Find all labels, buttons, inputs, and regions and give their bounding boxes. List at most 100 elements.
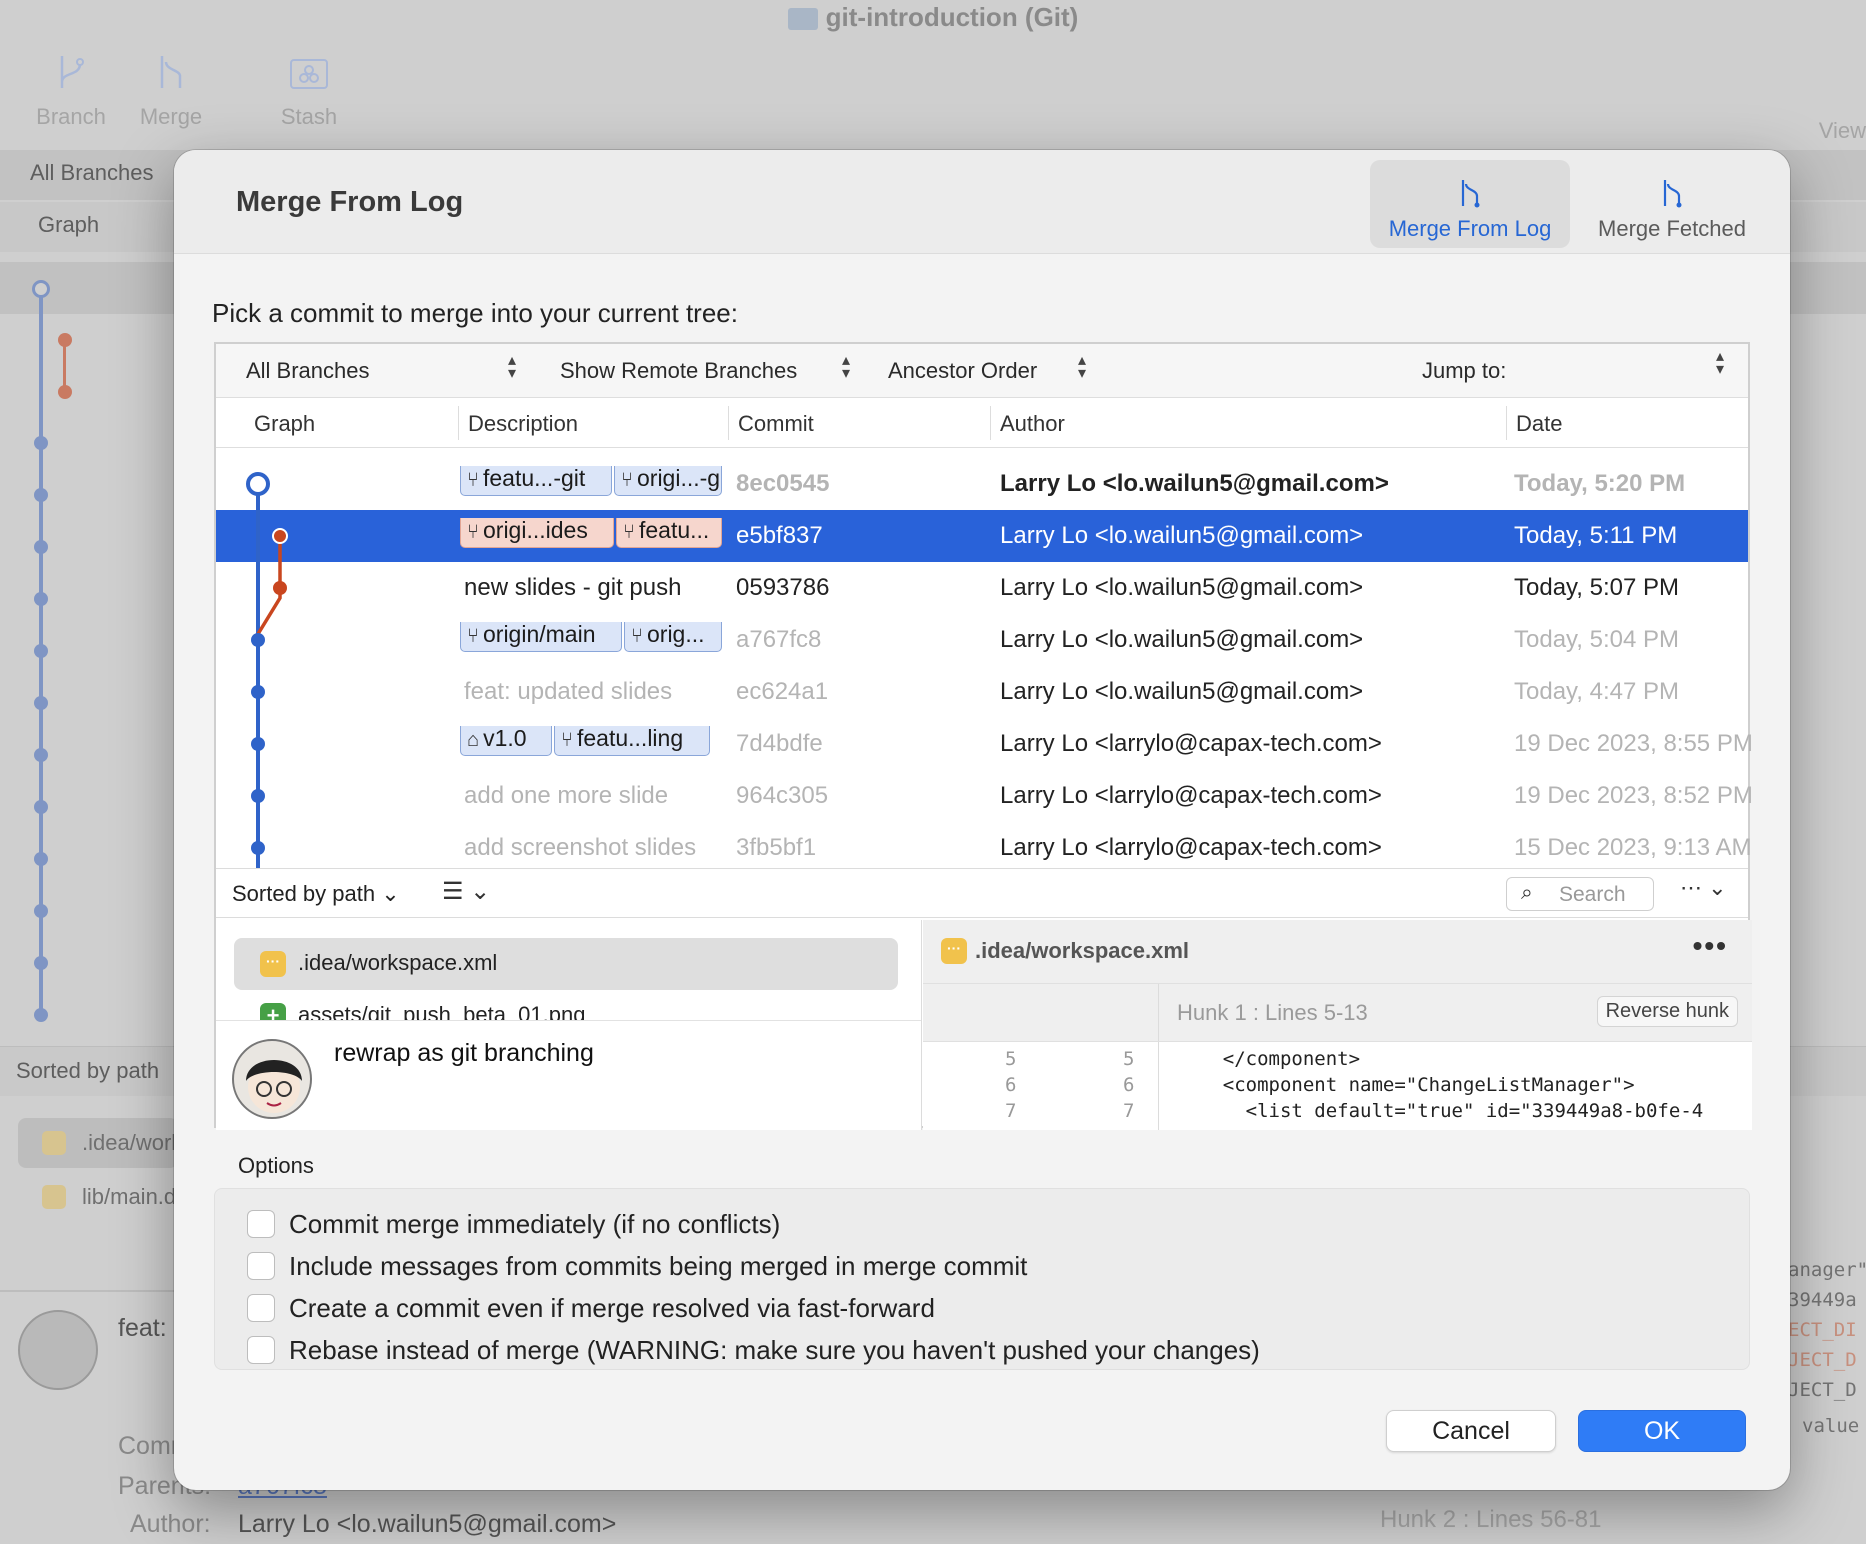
view-button[interactable]: View	[1819, 118, 1866, 144]
graph-node	[251, 789, 265, 803]
avatar	[232, 1039, 312, 1119]
reverse-hunk-button[interactable]: Reverse hunk	[1596, 996, 1738, 1027]
bg-graph-node	[58, 333, 72, 347]
commit-log-panel: All Branches ▴ ▾ Show Remote Branches ▴ ▾ …	[214, 342, 1753, 1130]
stash-icon	[290, 59, 328, 89]
col-description[interactable]: Description	[468, 411, 578, 437]
option-rebase[interactable]: Rebase instead of merge (WARNING: make s…	[247, 1335, 1260, 1367]
file-modified-icon	[42, 1185, 66, 1209]
updown-icon[interactable]: ▴ ▾	[508, 353, 516, 382]
graph-node-head	[246, 472, 270, 496]
commit-hash: 7d4bdfe	[736, 730, 823, 757]
tab-merge-from-log[interactable]: Merge From Log	[1370, 160, 1570, 248]
ok-button[interactable]: OK	[1578, 1410, 1746, 1452]
more-options-icon[interactable]: ⋯ ⌄	[1680, 875, 1727, 901]
diff-header: ··· .idea/workspace.xml •••	[923, 920, 1752, 984]
branch-icon: ⑂	[467, 521, 479, 543]
branch-tag: ⑂ origin/main	[460, 622, 622, 652]
file-search-input[interactable]: ⌕ Search	[1506, 877, 1654, 911]
window-title: git-introduction (Git)	[0, 0, 1866, 40]
row-tags: ⑂ origin/main ⑂ orig...	[460, 622, 726, 652]
jump-to-label[interactable]: Jump to:	[1422, 358, 1506, 384]
graph-node	[251, 633, 265, 647]
hunk-header: Hunk 1 : Lines 5-13 Reverse hunk	[923, 984, 1752, 1042]
commit-description: feat: updated slides	[464, 678, 673, 705]
bg-code-snippet: anager" 39449a ECT_DI JECT_D JECT_D valu…	[1788, 1259, 1866, 1437]
branch-icon: ⑂	[631, 625, 643, 647]
commit-description: new slides - git push	[464, 574, 682, 601]
file-toolbar: Sorted by path ⌄ ☰ ⌄ ⌕ Search ⋯ ⌄	[216, 868, 1748, 918]
chevron-down-icon: ⌄	[381, 881, 400, 906]
option-include-messages[interactable]: Include messages from commits being merg…	[247, 1251, 1027, 1283]
branch-icon: ⑂	[467, 469, 479, 491]
log-filters: All Branches ▴ ▾ Show Remote Branches ▴ ▾ …	[216, 344, 1748, 398]
updown-icon[interactable]: ▴ ▾	[1716, 349, 1724, 378]
col-graph[interactable]: Graph	[254, 411, 315, 437]
updown-icon[interactable]: ▴ ▾	[842, 353, 850, 382]
branch-icon: ⑂	[467, 625, 479, 647]
changed-files: ··· .idea/workspace.xml + assets/git_push_…	[216, 920, 922, 1130]
diff-line: 55 </component>	[1005, 1048, 1361, 1070]
graph-node	[251, 737, 265, 751]
column-headers: Graph Description Commit Author Date	[216, 398, 1748, 448]
updown-icon[interactable]: ▴ ▾	[1078, 353, 1086, 382]
branch-tag: ⑂ featu...-git	[460, 466, 612, 496]
remote-branches-filter[interactable]: Show Remote Branches	[560, 358, 797, 384]
commit-hash: e5bf837	[736, 522, 823, 549]
file-item[interactable]: ··· .idea/workspace.xml	[234, 938, 898, 990]
option-no-fast-forward[interactable]: Create a commit even if merge resolved v…	[247, 1293, 935, 1325]
more-icon[interactable]: •••	[1693, 930, 1728, 962]
options-label: Options	[238, 1153, 314, 1178]
file-added-icon: +	[260, 1003, 286, 1020]
branch-button[interactable]: Branch	[16, 52, 126, 130]
all-branches-selector[interactable]: All Branches	[0, 160, 176, 186]
commit-date: 15 Dec 2023, 9:13 AM	[1514, 834, 1752, 861]
commit-hash: 0593786	[736, 574, 830, 601]
bg-file-item[interactable]: .idea/workspace.xml	[18, 1118, 281, 1168]
option-commit-immediately[interactable]: Commit merge immediately (if no conflict…	[247, 1209, 780, 1241]
merge-icon	[160, 56, 182, 88]
commit-author: Larry Lo <larrylo@capax-tech.com>	[1000, 730, 1382, 757]
branches-filter[interactable]: All Branches	[246, 358, 370, 384]
commit-date: 19 Dec 2023, 8:52 PM	[1514, 782, 1753, 809]
checkbox[interactable]	[247, 1294, 275, 1322]
file-modified-icon	[42, 1131, 66, 1155]
col-date[interactable]: Date	[1516, 411, 1562, 437]
avatar-illustration	[246, 1060, 302, 1113]
search-icon: ⌕	[1521, 881, 1533, 904]
tab-merge-fetched[interactable]: Merge Fetched	[1578, 160, 1766, 248]
cancel-button[interactable]: Cancel	[1386, 1410, 1556, 1452]
graph-node	[273, 581, 287, 595]
col-commit[interactable]: Commit	[738, 411, 814, 437]
file-modified-icon: ···	[941, 938, 967, 964]
options-box: Commit merge immediately (if no conflict…	[214, 1188, 1750, 1370]
graph-node	[251, 841, 265, 855]
merge-prompt: Pick a commit to merge into your current…	[212, 298, 738, 328]
commit-description: add one more slide	[464, 782, 669, 809]
folder-icon	[787, 8, 818, 31]
bg-file-item[interactable]: lib/main.dart	[18, 1172, 202, 1222]
checkbox[interactable]	[247, 1210, 275, 1238]
dialog-header: Merge From Log Merge From Log Merge Fetc…	[174, 150, 1790, 254]
list-view-icon[interactable]: ☰ ⌄	[442, 877, 490, 906]
stash-button[interactable]: Stash	[254, 52, 364, 130]
row-tags: ⑂ origi...ides ⑂ featu...	[460, 518, 726, 548]
version-tag: ⌂ v1.0	[460, 726, 552, 756]
commit-date: 19 Dec 2023, 8:55 PM	[1514, 730, 1753, 757]
merge-button[interactable]: Merge	[116, 52, 226, 130]
merge-icon	[1461, 180, 1480, 208]
commit-author: Larry Lo <larrylo@capax-tech.com>	[1000, 782, 1382, 809]
sort-selector[interactable]: Sorted by path ⌄	[232, 881, 400, 907]
commit-date: Today, 4:47 PM	[1514, 678, 1679, 705]
branch-icon	[60, 56, 84, 88]
checkbox[interactable]	[247, 1336, 275, 1364]
merge-dialog: Merge From Log Merge From Log Merge Fetc…	[174, 150, 1790, 1490]
file-item[interactable]: + assets/git_push_beta_01.png	[234, 990, 898, 1020]
bg-sort-label[interactable]: Sorted by path	[0, 1058, 176, 1084]
commit-author: Larry Lo <lo.wailun5@gmail.com>	[1000, 574, 1364, 601]
checkbox[interactable]	[247, 1252, 275, 1280]
commit-author: Larry Lo <lo.wailun5@gmail.com>	[1000, 678, 1364, 705]
col-author[interactable]: Author	[1000, 411, 1065, 437]
file-modified-icon: ···	[260, 951, 286, 977]
order-filter[interactable]: Ancestor Order	[888, 358, 1037, 384]
